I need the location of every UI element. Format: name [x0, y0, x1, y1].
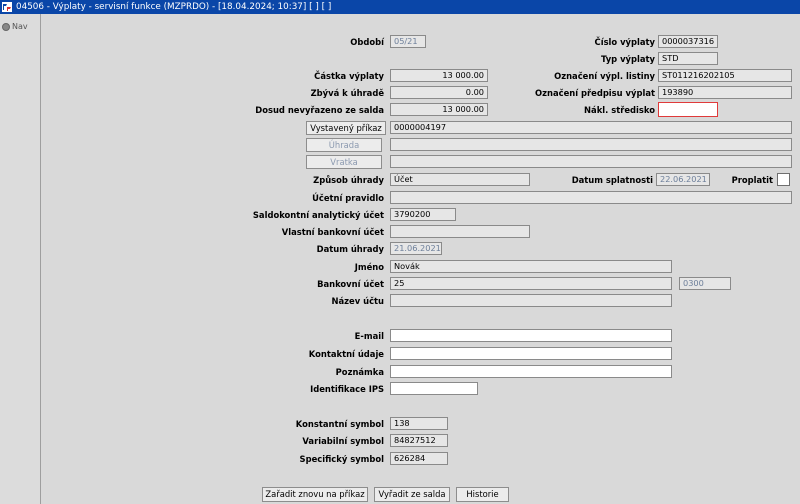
saldokontni-ucet-label: Saldokontní analytický účet — [252, 210, 384, 220]
konstantni-symbol-field[interactable]: 138 — [390, 417, 448, 430]
email-field[interactable] — [390, 329, 672, 342]
poznamka-label: Poznámka — [335, 367, 384, 377]
email-label: E-mail — [354, 331, 384, 341]
vlastni-bankovni-ucet-field[interactable] — [390, 225, 530, 238]
oznaceni-vypl-listiny-field[interactable]: ST011216202105 — [658, 69, 792, 82]
zbyva-k-uhrade-field[interactable]: 0.00 — [390, 86, 488, 99]
kontaktni-udaje-label: Kontaktní údaje — [308, 349, 384, 359]
zaradit-znovu-button[interactable]: Zařadit znovu na příkaz — [262, 487, 368, 502]
oznaceni-vypl-listiny-label: Označení výpl. listiny — [554, 71, 655, 81]
bankovni-ucet-label: Bankovní účet — [317, 279, 384, 289]
ucetni-pravidlo-field[interactable] — [390, 191, 792, 204]
datum-splatnosti-label: Datum splatnosti — [571, 175, 653, 185]
bankovni-ucet-field[interactable]: 25 — [390, 277, 672, 290]
variabilni-symbol-label: Variabilní symbol — [302, 436, 384, 446]
cislo-vyplaty-label: Číslo výplaty — [594, 37, 655, 47]
nav-button[interactable]: Nav — [2, 22, 28, 31]
proplatit-checkbox[interactable] — [777, 173, 790, 186]
zpusob-uhrady-label: Způsob úhrady — [313, 175, 384, 185]
vyradit-ze-salda-button[interactable]: Vyřadit ze salda — [374, 487, 450, 502]
jmeno-label: Jméno — [354, 262, 384, 272]
identifikace-ips-label: Identifikace IPS — [310, 384, 384, 394]
title-bar: 04506 - Výplaty - servisní funkce (MZPRD… — [0, 0, 800, 14]
nav-icon — [2, 22, 10, 31]
dosud-nevyrazeno-label: Dosud nevyřazeno ze salda — [255, 105, 384, 115]
typ-vyplaty-label: Typ výplaty — [601, 54, 655, 64]
konstantni-symbol-label: Konstantní symbol — [295, 419, 384, 429]
uhrada-button[interactable]: Úhrada — [306, 138, 382, 152]
nav-panel: Nav — [0, 14, 41, 504]
kod-banky-field[interactable]: 0300 — [679, 277, 731, 290]
jmeno-field[interactable]: Novák — [390, 260, 672, 273]
obdobi-field[interactable]: 05/21 — [390, 35, 426, 48]
identifikace-ips-field[interactable] — [390, 382, 478, 395]
window-title: 04506 - Výplaty - servisní funkce (MZPRD… — [16, 2, 332, 12]
ucetni-pravidlo-label: Účetní pravidlo — [312, 193, 384, 203]
vratka-button[interactable]: Vratka — [306, 155, 382, 169]
cislo-vyplaty-field[interactable]: 0000037316 — [658, 35, 718, 48]
saldokontni-ucet-field[interactable]: 3790200 — [390, 208, 456, 221]
obdobi-label: Období — [350, 37, 384, 47]
zpusob-uhrady-field[interactable]: Účet — [390, 173, 530, 186]
datum-uhrady-label: Datum úhrady — [316, 244, 384, 254]
zbyva-k-uhrade-label: Zbývá k úhradě — [310, 88, 384, 98]
uhrada-field[interactable] — [390, 138, 792, 151]
datum-uhrady-field[interactable]: 21.06.2021 — [390, 242, 442, 255]
vratka-field[interactable] — [390, 155, 792, 168]
proplatit-label: Proplatit — [731, 175, 773, 185]
poznamka-field[interactable] — [390, 365, 672, 378]
typ-vyplaty-field[interactable]: STD — [658, 52, 718, 65]
castka-vyplaty-field[interactable]: 13 000.00 — [390, 69, 488, 82]
app-logo-icon — [2, 2, 12, 12]
nakl-stredisko-label: Nákl. středisko — [584, 105, 655, 115]
kontaktni-udaje-field[interactable] — [390, 347, 672, 360]
oznaceni-predpisu-label: Označení předpisu výplat — [535, 88, 655, 98]
oznaceni-predpisu-field[interactable]: 193890 — [658, 86, 792, 99]
vystaveny-prikaz-field[interactable]: 0000004197 — [390, 121, 792, 134]
variabilni-symbol-field[interactable]: 84827512 — [390, 434, 448, 447]
dosud-nevyrazeno-field[interactable]: 13 000.00 — [390, 103, 488, 116]
nakl-stredisko-field[interactable] — [658, 102, 718, 117]
datum-splatnosti-field[interactable]: 22.06.2021 — [656, 173, 710, 186]
nav-label: Nav — [12, 22, 28, 31]
nazev-uctu-label: Název účtu — [331, 296, 384, 306]
historie-button[interactable]: Historie — [456, 487, 509, 502]
castka-vyplaty-label: Částka výplaty — [314, 71, 384, 81]
vystaveny-prikaz-button[interactable]: Vystavený příkaz — [306, 121, 386, 135]
specificky-symbol-field[interactable]: 626284 — [390, 452, 448, 465]
specificky-symbol-label: Specifický symbol — [299, 454, 384, 464]
vlastni-bankovni-ucet-label: Vlastní bankovní účet — [281, 227, 384, 237]
nazev-uctu-field[interactable] — [390, 294, 672, 307]
